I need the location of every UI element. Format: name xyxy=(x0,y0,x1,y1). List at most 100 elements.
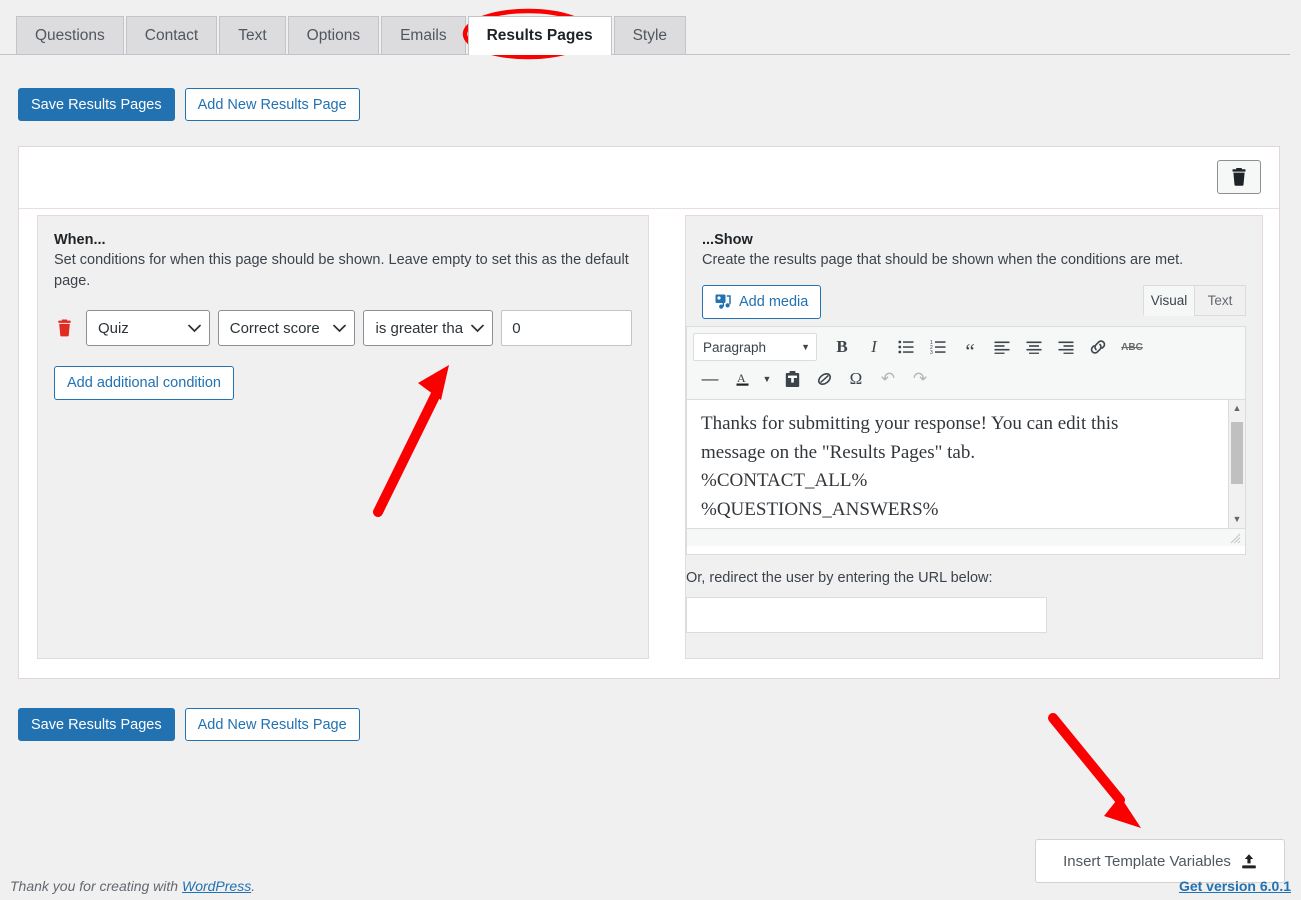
tab-emails[interactable]: Emails xyxy=(381,16,466,54)
editor-content[interactable]: Thanks for submitting your response! You… xyxy=(687,400,1245,528)
select-value: Quiz xyxy=(98,320,182,337)
chevron-down-icon xyxy=(188,324,201,333)
save-results-pages-button-top[interactable]: Save Results Pages xyxy=(18,88,175,121)
settings-tab-bar: Questions Contact Text Options Emails Re… xyxy=(0,0,1290,55)
add-new-results-page-button-bottom[interactable]: Add New Results Page xyxy=(185,708,360,741)
numbered-list-icon[interactable]: 123 xyxy=(923,333,953,361)
editor-mode-tabs: Visual Text xyxy=(1144,285,1246,316)
link-icon[interactable] xyxy=(1083,333,1113,361)
input-value: 0 xyxy=(512,320,520,337)
editor-content-line: Thanks for submitting your response! You… xyxy=(701,410,1231,439)
wordpress-link[interactable]: WordPress xyxy=(182,878,251,894)
delete-condition-button[interactable] xyxy=(54,315,76,341)
editor-toolbar: Paragraph ▼ B I 123 “ xyxy=(687,327,1245,400)
insert-template-variables-button[interactable]: Insert Template Variables xyxy=(1035,839,1285,883)
redirect-url-input[interactable] xyxy=(686,597,1047,633)
get-version-link[interactable]: Get version 6.0.1 xyxy=(1179,878,1291,894)
editor-tab-text[interactable]: Text xyxy=(1194,285,1246,316)
align-right-icon[interactable] xyxy=(1051,333,1081,361)
tab-questions[interactable]: Questions xyxy=(16,16,124,54)
delete-results-page-button[interactable] xyxy=(1217,160,1261,194)
tab-options[interactable]: Options xyxy=(288,16,379,54)
add-additional-condition-button[interactable]: Add additional condition xyxy=(54,366,234,400)
scroll-up-arrow-icon[interactable]: ▲ xyxy=(1229,400,1245,417)
footer-credit-suffix: . xyxy=(251,878,255,894)
upload-icon xyxy=(1241,853,1257,870)
svg-text:A: A xyxy=(737,371,746,385)
button-label: Add New Results Page xyxy=(198,97,347,113)
strikethrough-icon[interactable]: ABC xyxy=(1115,333,1149,361)
chevron-down-icon: ▼ xyxy=(801,342,810,352)
trash-icon xyxy=(56,319,73,338)
tab-label: Text xyxy=(1208,293,1233,308)
align-left-icon[interactable] xyxy=(987,333,1017,361)
add-media-button[interactable]: Add media xyxy=(702,285,821,319)
horizontal-rule-icon[interactable]: — xyxy=(693,365,727,393)
tab-contact[interactable]: Contact xyxy=(126,16,217,54)
when-panel-title: When... xyxy=(54,232,632,248)
paragraph-format-select[interactable]: Paragraph ▼ xyxy=(693,333,817,361)
save-results-pages-button-bottom[interactable]: Save Results Pages xyxy=(18,708,175,741)
tab-results-pages[interactable]: Results Pages xyxy=(468,16,612,55)
condition-value-input[interactable]: 0 xyxy=(501,310,632,346)
editor-toolbar-row-1: Paragraph ▼ B I 123 “ xyxy=(693,331,1239,363)
bold-icon[interactable]: B xyxy=(827,333,857,361)
scrollbar-thumb[interactable] xyxy=(1231,422,1243,484)
text-color-dropdown-icon[interactable]: ▼ xyxy=(759,365,775,393)
button-label: Save Results Pages xyxy=(31,97,162,113)
editor-tab-visual[interactable]: Visual xyxy=(1143,285,1195,316)
scroll-down-arrow-icon[interactable]: ▼ xyxy=(1229,511,1245,528)
bulleted-list-icon[interactable] xyxy=(891,333,921,361)
results-page-card: When... Set conditions for when this pag… xyxy=(18,146,1280,679)
tab-label: Emails xyxy=(400,27,447,44)
resize-handle-icon[interactable] xyxy=(1230,533,1241,544)
when-panel: When... Set conditions for when this pag… xyxy=(37,215,649,659)
align-center-icon[interactable] xyxy=(1019,333,1049,361)
undo-icon[interactable]: ↶ xyxy=(873,365,903,393)
plugin-settings-page: Questions Contact Text Options Emails Re… xyxy=(0,0,1301,900)
clear-formatting-icon[interactable] xyxy=(809,365,839,393)
results-page-card-header xyxy=(19,147,1279,209)
editor-header-row: Add media Visual Text xyxy=(702,285,1246,319)
blockquote-icon[interactable]: “ xyxy=(955,333,985,361)
add-new-results-page-button-top[interactable]: Add New Results Page xyxy=(185,88,360,121)
editor-content-line: message on the "Results Pages" tab. xyxy=(701,439,1231,468)
rich-text-editor: Paragraph ▼ B I 123 “ xyxy=(686,326,1246,555)
redo-icon[interactable]: ↷ xyxy=(905,365,935,393)
special-character-icon[interactable]: Ω xyxy=(841,365,871,393)
paste-as-text-icon[interactable] xyxy=(777,365,807,393)
button-label: Add New Results Page xyxy=(198,717,347,733)
footer-credit-prefix: Thank you for creating with xyxy=(10,878,182,894)
tab-label: Visual xyxy=(1151,293,1188,308)
arrow-to-insert-template-variables xyxy=(1053,718,1141,828)
tab-text[interactable]: Text xyxy=(219,16,285,54)
tab-label: Questions xyxy=(35,27,105,44)
condition-row: Quiz Correct score is greater tha 0 xyxy=(54,310,632,346)
select-value: Paragraph xyxy=(703,340,801,355)
condition-operator-select[interactable]: is greater tha xyxy=(363,310,493,346)
show-panel: ...Show Create the results page that sho… xyxy=(685,215,1263,659)
tab-label: Text xyxy=(238,27,266,44)
button-label: Add additional condition xyxy=(67,375,221,391)
condition-field-select[interactable]: Correct score xyxy=(218,310,356,346)
top-action-buttons: Save Results Pages Add New Results Page xyxy=(18,88,360,121)
tab-style[interactable]: Style xyxy=(614,16,686,54)
button-label: Add media xyxy=(739,294,808,310)
when-panel-description: Set conditions for when this page should… xyxy=(54,250,632,292)
editor-content-line: %QUESTIONS_ANSWERS% xyxy=(701,496,1231,525)
trash-icon xyxy=(1230,168,1248,187)
text-color-icon[interactable]: A xyxy=(729,365,757,393)
tab-label: Style xyxy=(633,27,667,44)
editor-scrollbar[interactable]: ▲ ▼ xyxy=(1228,400,1245,528)
editor-resize-strip xyxy=(687,528,1245,546)
media-icon xyxy=(715,294,732,310)
tab-label: Results Pages xyxy=(487,27,593,44)
chevron-down-icon xyxy=(471,324,484,333)
condition-source-select[interactable]: Quiz xyxy=(86,310,210,346)
tab-label: Contact xyxy=(145,27,198,44)
footer-credit: Thank you for creating with WordPress. xyxy=(10,878,255,894)
redirect-url-label: Or, redirect the user by entering the UR… xyxy=(686,570,993,586)
italic-icon[interactable]: I xyxy=(859,333,889,361)
show-panel-description: Create the results page that should be s… xyxy=(702,250,1246,271)
bottom-action-buttons: Save Results Pages Add New Results Page xyxy=(18,708,360,741)
